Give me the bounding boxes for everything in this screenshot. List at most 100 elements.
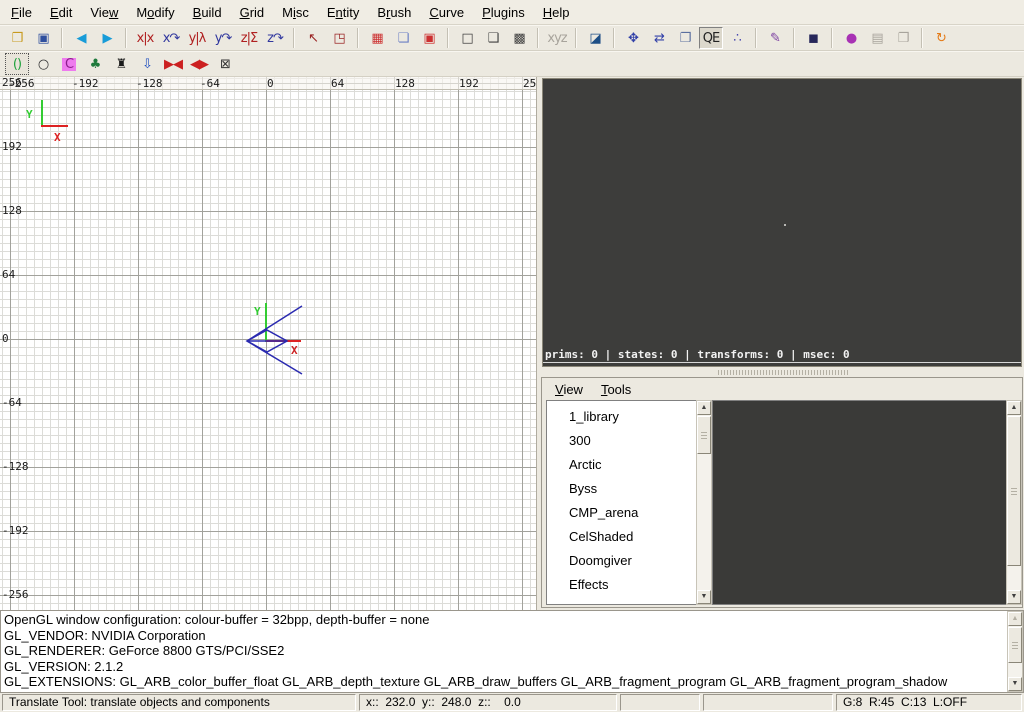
menu-build[interactable]: Build: [184, 2, 231, 23]
trees-icon: ♣: [90, 58, 101, 71]
render-stats: prims: 0 | states: 0 | transforms: 0 | m…: [543, 348, 1021, 363]
scale-mode-button[interactable]: ❐: [673, 27, 697, 49]
toolbar-separator: [447, 28, 449, 48]
texture-scrollbar[interactable]: ▲ ▼: [1006, 400, 1022, 605]
splitter-grip-icon: [718, 370, 848, 375]
scroll-down-icon[interactable]: ▼: [697, 590, 711, 604]
list-item[interactable]: Effects: [547, 573, 696, 597]
menu-misc[interactable]: Misc: [273, 2, 318, 23]
csg-subtract-button[interactable]: ▦: [365, 27, 389, 49]
save-button[interactable]: ▣: [31, 27, 55, 49]
foliage-button[interactable]: ♣: [83, 53, 107, 75]
rotate-z-button[interactable]: z↷: [263, 27, 287, 49]
textured-cube-icon: ▩: [513, 32, 524, 45]
grid-overlay: Y X Y X: [0, 77, 537, 610]
clip-split-button[interactable]: ❑: [481, 27, 505, 49]
camera-view-dot: [784, 224, 786, 226]
split-patch-button[interactable]: ◀▶: [187, 53, 211, 75]
menu-plugins[interactable]: Plugins: [473, 2, 534, 23]
flip-y-button[interactable]: y|λ: [185, 27, 209, 49]
redo-button[interactable]: ▶: [95, 27, 119, 49]
console-scrollbar[interactable]: ▲ ▼: [1007, 611, 1023, 692]
cursor-select-icon: ↖: [308, 32, 318, 45]
horizontal-splitter[interactable]: [542, 368, 1023, 377]
window-icon: ❐: [898, 32, 909, 45]
texture-view-mode-button[interactable]: ◪: [583, 27, 607, 49]
entity-connect-button[interactable]: ∴: [725, 27, 749, 49]
menu-brush[interactable]: Brush: [368, 2, 420, 23]
menu-curve[interactable]: Curve: [420, 2, 473, 23]
list-scrollbar[interactable]: ▲ ▼: [696, 400, 712, 605]
qe-tool-button[interactable]: QE: [699, 27, 723, 49]
flip-y-icon: y|λ: [189, 32, 206, 45]
scrollbar-thumb[interactable]: [697, 416, 711, 454]
open-file-button[interactable]: ❒: [5, 27, 29, 49]
merge-pages-icon: ❏: [398, 32, 409, 45]
list-item[interactable]: Doomgiver: [547, 549, 696, 573]
merge-patch-button[interactable]: ▶◀: [161, 53, 185, 75]
texture-lock-button[interactable]: ◼: [801, 27, 825, 49]
dotted-grid-icon: ▦: [371, 32, 382, 45]
scroll-down-icon[interactable]: ▼: [1008, 677, 1022, 691]
flip-z-button[interactable]: z|Σ: [237, 27, 261, 49]
scrollbar-thumb[interactable]: [1008, 627, 1022, 663]
menu-edit[interactable]: Edit: [41, 2, 81, 23]
list-item[interactable]: CelShaded: [547, 525, 696, 549]
curve-circle-button[interactable]: ○: [31, 53, 55, 75]
scroll-up-icon[interactable]: ▲: [1008, 612, 1022, 626]
clip-textured-button[interactable]: ▩: [507, 27, 531, 49]
status-cell: x:: 232.0 y:: 248.0 z:: 0.0: [359, 694, 617, 711]
curve-edit-button[interactable]: (): [5, 53, 29, 75]
camera-3d-view[interactable]: prims: 0 | states: 0 | transforms: 0 | m…: [542, 78, 1022, 367]
toolbar-separator: [793, 28, 795, 48]
scroll-up-icon[interactable]: ▲: [697, 401, 711, 415]
menu-view[interactable]: View: [81, 2, 127, 23]
menu-modify[interactable]: Modify: [127, 2, 183, 23]
train-path-button[interactable]: ♜: [109, 53, 133, 75]
rotate-mode-button[interactable]: ⇄: [647, 27, 671, 49]
refresh-references-button[interactable]: ↻: [929, 27, 953, 49]
list-item[interactable]: Arctic: [547, 453, 696, 477]
list-item[interactable]: Byss: [547, 477, 696, 501]
locomotive-icon: ♜: [116, 58, 127, 71]
menu-grid[interactable]: Grid: [231, 2, 274, 23]
drop-entity-button[interactable]: ⇩: [135, 53, 159, 75]
texture-preview-area[interactable]: [712, 400, 1006, 605]
scrollbar-thumb[interactable]: [1007, 416, 1021, 566]
menu-file[interactable]: File: [2, 2, 41, 23]
rotate-y-button[interactable]: y↷: [211, 27, 235, 49]
rotate-x-button[interactable]: x↷: [159, 27, 183, 49]
list-item[interactable]: CMP_arena: [547, 501, 696, 525]
list-item[interactable]: Hangar: [547, 597, 696, 605]
undo-button[interactable]: ◀: [69, 27, 93, 49]
clip-nodraw-button[interactable]: □: [455, 27, 479, 49]
open-cube-icon: ❑: [488, 32, 499, 45]
menu-help[interactable]: Help: [534, 2, 579, 23]
select-inside-button[interactable]: ◳: [327, 27, 351, 49]
list-item[interactable]: 300: [547, 429, 696, 453]
menu-view[interactable]: View: [546, 379, 592, 400]
console-output[interactable]: OpenGL window configuration: colour-buff…: [0, 610, 1024, 693]
menu-tools[interactable]: Tools: [592, 379, 640, 400]
hollow-button[interactable]: ▣: [417, 27, 441, 49]
translate-mode-button[interactable]: ✥: [621, 27, 645, 49]
grid-2d-view[interactable]: -256-192-128-64064128192256 256192128640…: [0, 77, 537, 610]
red-arrows-in-icon: ▶◀: [164, 58, 182, 71]
axis-widget: Y X: [26, 100, 68, 144]
exclude-button[interactable]: ⊠: [213, 53, 237, 75]
select-touching-button[interactable]: ↖: [301, 27, 325, 49]
texture-window-button: ❐: [891, 27, 915, 49]
scroll-down-icon[interactable]: ▼: [1007, 590, 1021, 604]
cap-texture-button[interactable]: C: [57, 53, 81, 75]
select-inside-icon: ◳: [333, 32, 344, 45]
menu-entity[interactable]: Entity: [318, 2, 369, 23]
console-line: GL_RENDERER: GeForce 8800 GTS/PCI/SSE2: [4, 643, 1020, 659]
brush-primitives-button[interactable]: ✎: [763, 27, 787, 49]
list-item[interactable]: 1_library: [547, 405, 696, 429]
model-button[interactable]: ●: [839, 27, 863, 49]
scroll-up-icon[interactable]: ▲: [1007, 401, 1021, 415]
flip-x-button[interactable]: x|x: [133, 27, 157, 49]
csg-merge-button[interactable]: ❏: [391, 27, 415, 49]
toolbar-separator: [61, 28, 63, 48]
rotate-x-icon: x↷: [163, 32, 180, 45]
